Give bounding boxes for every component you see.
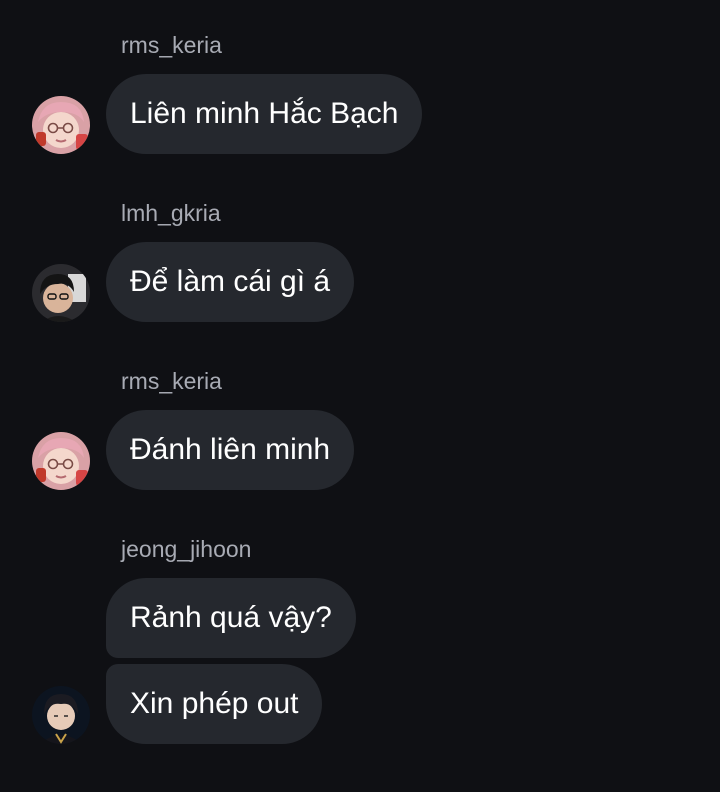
message-bubble[interactable]: Liên minh Hắc Bạch — [106, 74, 423, 154]
avatar[interactable] — [32, 264, 90, 322]
chat-thread: rms_keria Liên minh Hắc Bạch lmh_gkria Đ… — [0, 0, 720, 792]
message-bubble[interactable]: Xin phép out — [106, 664, 323, 744]
avatar-dark-hair-icon — [32, 264, 90, 322]
message-bubble[interactable]: Để làm cái gì á — [106, 242, 355, 322]
message-bubble[interactable]: Đánh liên minh — [106, 410, 355, 490]
scroll-fade-edge — [0, 768, 720, 792]
message-bubble[interactable]: Rảnh quá vậy? — [106, 578, 356, 658]
sender-username[interactable]: lmh_gkria — [121, 199, 221, 227]
avatar-pink-hair-icon — [32, 96, 90, 154]
sender-username[interactable]: rms_keria — [121, 31, 222, 59]
sender-username[interactable]: rms_keria — [121, 367, 222, 395]
avatar-dark-portrait-icon — [32, 686, 90, 744]
avatar-pink-hair-icon — [32, 432, 90, 490]
avatar[interactable] — [32, 432, 90, 490]
sender-username[interactable]: jeong_jihoon — [121, 535, 251, 563]
avatar[interactable] — [32, 96, 90, 154]
avatar[interactable] — [32, 686, 90, 744]
